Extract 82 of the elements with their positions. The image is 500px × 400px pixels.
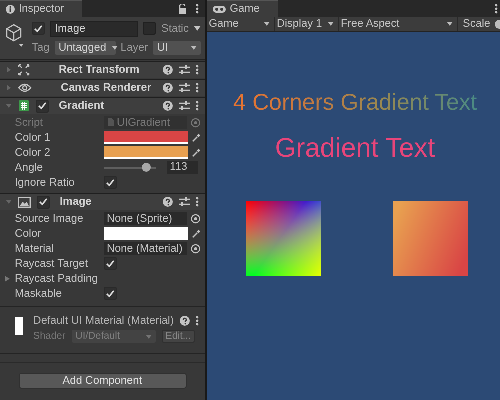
- toolbar-dropdown[interactable]: Game: [207, 17, 275, 31]
- more-icon[interactable]: [196, 316, 199, 326]
- cube-icon: [4, 23, 26, 49]
- component-header[interactable]: Rect Transform: [0, 61, 205, 78]
- shader-label: Shader: [33, 331, 66, 342]
- layer-label: Layer: [120, 42, 148, 54]
- field-label: Source Image: [15, 212, 84, 224]
- checkbox[interactable]: [104, 257, 117, 270]
- field-label[interactable]: Raycast Padding: [15, 272, 100, 284]
- more-icon[interactable]: [196, 65, 199, 75]
- field-label: Script: [15, 116, 44, 128]
- color-swatch[interactable]: [104, 146, 188, 159]
- more-icon[interactable]: [494, 4, 498, 14]
- component-title: Canvas Renderer: [61, 82, 152, 94]
- layer-dropdown[interactable]: UI: [153, 40, 201, 54]
- inspector-tab[interactable]: Inspector: [0, 0, 82, 17]
- rect-transform-icon: [18, 64, 30, 76]
- settings-icon[interactable]: [179, 197, 190, 207]
- eye-icon: [18, 83, 32, 93]
- object-field[interactable]: None (Material): [104, 242, 188, 255]
- help-icon[interactable]: [163, 83, 173, 93]
- game-tab[interactable]: Game: [207, 0, 278, 17]
- gamepad-icon: [213, 6, 226, 12]
- help-icon[interactable]: [163, 65, 173, 75]
- object-picker-icon[interactable]: [191, 244, 201, 254]
- component-title: Rect Transform: [59, 64, 141, 76]
- toolbar-dropdown[interactable]: Free Aspect: [339, 17, 458, 31]
- more-icon[interactable]: [196, 83, 199, 93]
- image-icon: [18, 196, 31, 208]
- slider-thumb[interactable]: [142, 162, 151, 172]
- field-label: Maskable: [15, 288, 64, 300]
- active-checkbox[interactable]: [32, 22, 45, 35]
- component-title: Gradient: [59, 100, 106, 112]
- script-icon: [18, 100, 30, 112]
- field-label: Color 1: [15, 132, 52, 144]
- scale-label: Scale: [463, 18, 491, 30]
- dropdown-icon[interactable]: [194, 26, 201, 31]
- component-header[interactable]: Image: [0, 193, 205, 210]
- info-icon: [6, 4, 15, 14]
- color-swatch[interactable]: [104, 227, 188, 240]
- help-icon[interactable]: [163, 197, 173, 207]
- tag-label: Tag: [32, 42, 50, 54]
- static-label: Static: [161, 22, 189, 34]
- component-title: Image: [60, 196, 93, 208]
- foldout-icon[interactable]: [5, 276, 10, 282]
- toolbar-dropdown[interactable]: Display 1: [275, 17, 339, 31]
- object-picker-icon[interactable]: [191, 214, 201, 224]
- eyedropper-icon[interactable]: [192, 132, 201, 142]
- help-icon[interactable]: [163, 101, 173, 111]
- component-checkbox[interactable]: [37, 196, 50, 208]
- component-checkbox[interactable]: [36, 100, 49, 112]
- eyedropper-icon[interactable]: [192, 148, 201, 158]
- tag-dropdown[interactable]: Untagged: [54, 40, 116, 54]
- color-swatch[interactable]: [104, 131, 188, 144]
- checkbox[interactable]: [104, 287, 117, 300]
- more-icon[interactable]: [196, 4, 199, 14]
- settings-icon[interactable]: [179, 83, 190, 93]
- eyedropper-icon[interactable]: [192, 228, 201, 238]
- more-icon[interactable]: [196, 197, 199, 207]
- field-label: Material: [15, 242, 56, 254]
- field-label: Raycast Target: [15, 258, 90, 270]
- settings-icon[interactable]: [179, 65, 190, 75]
- checkbox[interactable]: [104, 176, 117, 189]
- field-label: Angle: [15, 162, 44, 174]
- settings-icon[interactable]: [179, 101, 190, 111]
- component-header[interactable]: Gradient: [0, 97, 205, 114]
- help-icon[interactable]: [180, 316, 190, 326]
- field-label: Color: [15, 228, 42, 240]
- gradient-text: Gradient Text: [275, 133, 436, 164]
- static-checkbox[interactable]: [143, 22, 156, 35]
- material-preview: [15, 317, 24, 335]
- object-field[interactable]: None (Sprite): [104, 212, 188, 225]
- material-name: Default UI Material (Material): [33, 315, 174, 327]
- lock-icon[interactable]: [178, 4, 187, 14]
- more-icon[interactable]: [196, 101, 199, 111]
- field-label: Ignore Ratio: [15, 176, 76, 188]
- number-field[interactable]: 113: [167, 161, 198, 174]
- component-header[interactable]: Canvas Renderer: [0, 79, 205, 96]
- name-field[interactable]: Image: [50, 20, 138, 36]
- field-label: Color 2: [15, 146, 52, 158]
- script-file-icon: [107, 118, 115, 127]
- add-component-button[interactable]: Add Component: [18, 373, 186, 389]
